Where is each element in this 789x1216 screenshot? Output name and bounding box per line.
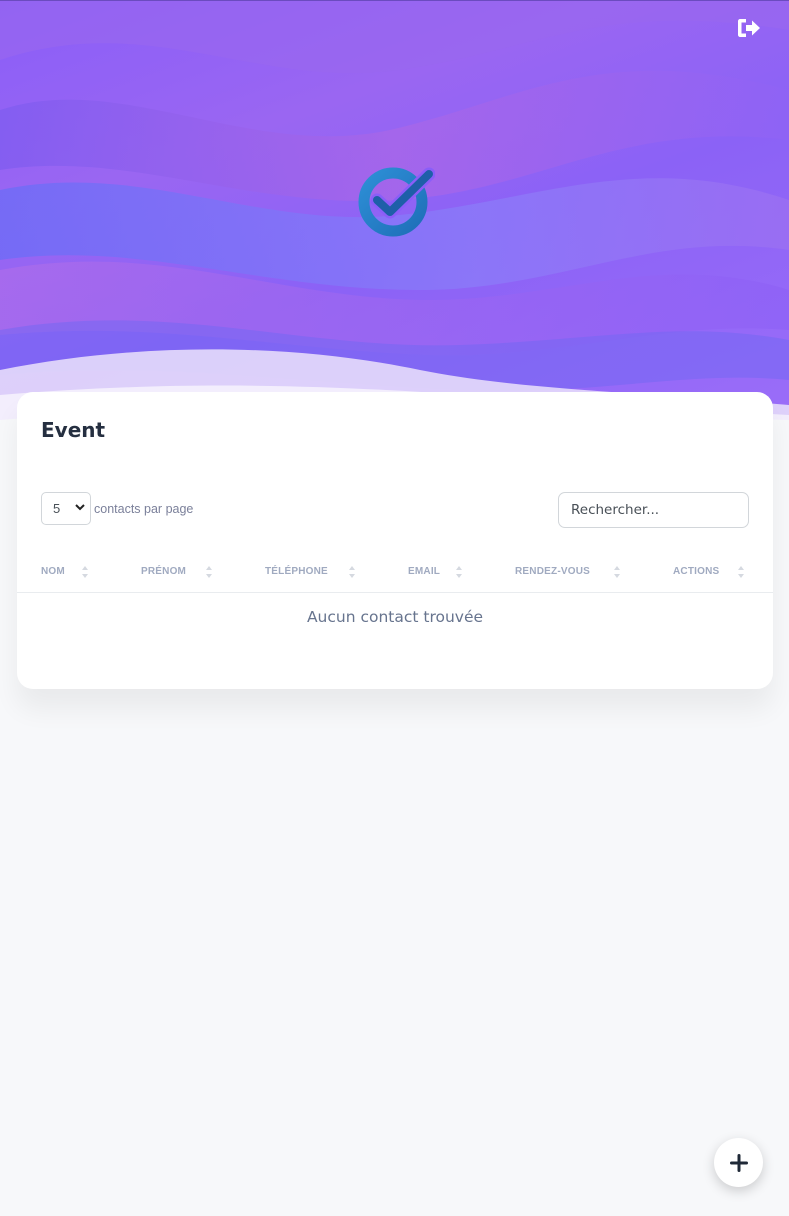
logout-button[interactable] [737, 16, 763, 40]
app-page: Event 5 contacts par page NOM PRÉNOM TÉL… [0, 0, 789, 1216]
empty-table-message: Aucun contact trouvée [306, 608, 484, 626]
sort-icon [206, 566, 212, 578]
table-header: NOM PRÉNOM TÉLÉPHONE EMAIL RENDEZ-VOUS A… [17, 563, 773, 593]
column-header-prenom[interactable]: PRÉNOM [141, 566, 186, 577]
column-label: RENDEZ-VOUS [515, 566, 590, 577]
hero-banner [0, 0, 789, 450]
sort-icon [614, 566, 620, 578]
per-page-control: 5 contacts par page [41, 492, 193, 525]
plus-icon [729, 1153, 748, 1172]
check-circle-logo-icon [358, 167, 436, 237]
event-card: Event 5 contacts par page NOM PRÉNOM TÉL… [17, 392, 773, 689]
column-header-telephone[interactable]: TÉLÉPHONE [265, 566, 328, 577]
column-header-actions[interactable]: ACTIONS [673, 566, 719, 577]
column-label: TÉLÉPHONE [265, 566, 328, 577]
column-header-email[interactable]: EMAIL [408, 566, 440, 577]
column-header-nom[interactable]: NOM [41, 566, 65, 577]
per-page-value: 5 [53, 501, 61, 516]
column-label: EMAIL [408, 566, 441, 577]
column-label: ACTIONS [673, 566, 720, 577]
per-page-select[interactable]: 5 [41, 492, 91, 525]
card-title: Event [41, 418, 106, 442]
chevron-down-icon [75, 503, 85, 514]
hero-top-border [0, 0, 789, 1]
column-header-rendez-vous[interactable]: RENDEZ-VOUS [515, 566, 590, 577]
sort-icon [349, 566, 355, 578]
sort-icon [456, 566, 462, 578]
sign-out-icon [738, 19, 760, 37]
sort-icon [738, 566, 744, 578]
search-input[interactable] [558, 492, 749, 528]
add-button[interactable] [714, 1138, 763, 1187]
column-label: NOM [41, 566, 65, 577]
app-logo [357, 166, 436, 238]
sort-icon [82, 566, 88, 578]
column-label: PRÉNOM [141, 566, 187, 577]
per-page-label: contacts par page [94, 501, 194, 516]
